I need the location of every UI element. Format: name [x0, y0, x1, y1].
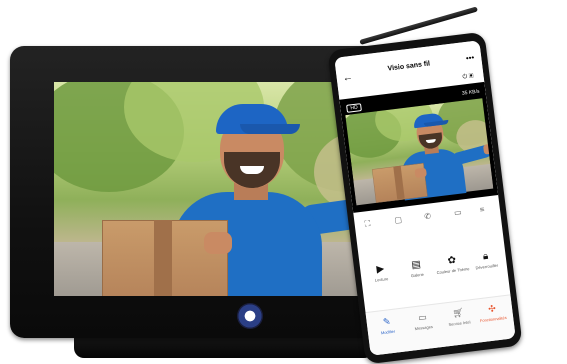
- action-play[interactable]: ▶ Lecture: [362, 262, 400, 284]
- action-gallery[interactable]: ▤ Galerie: [398, 257, 436, 279]
- phone-video-frame: [345, 98, 494, 206]
- menu-icon[interactable]: ≡: [479, 205, 485, 215]
- bitrate-label: 35 KB/s: [461, 88, 480, 97]
- action-unlock[interactable]: 🔒︎ Déverrouiller: [467, 249, 505, 271]
- live-video[interactable]: HD 35 KB/s: [339, 81, 499, 213]
- fullscreen-icon[interactable]: ⛶: [364, 219, 371, 230]
- logo-letter: C: [245, 308, 255, 323]
- more-dots-icon[interactable]: •••: [465, 53, 474, 63]
- phone-icon[interactable]: ✆: [424, 211, 432, 221]
- record-icon[interactable]: ▭: [454, 208, 463, 218]
- brand-logo[interactable]: C: [237, 303, 263, 329]
- screenshot-icon[interactable]: ▢: [394, 215, 403, 225]
- app-title: Visio sans fil: [387, 60, 431, 73]
- hd-badge[interactable]: HD: [346, 103, 363, 113]
- action-theme-color[interactable]: ✿ Couleur de Thème: [433, 253, 471, 275]
- nav-item-features[interactable]: ✣ Fonctionnalités: [472, 301, 514, 324]
- header-tool-icons[interactable]: ⏻ ▣: [462, 73, 474, 81]
- phone-screen: ← Visio sans fil ••• ⏻ ▣ HD 35 KB/s ⛶ ▢ …: [334, 40, 516, 356]
